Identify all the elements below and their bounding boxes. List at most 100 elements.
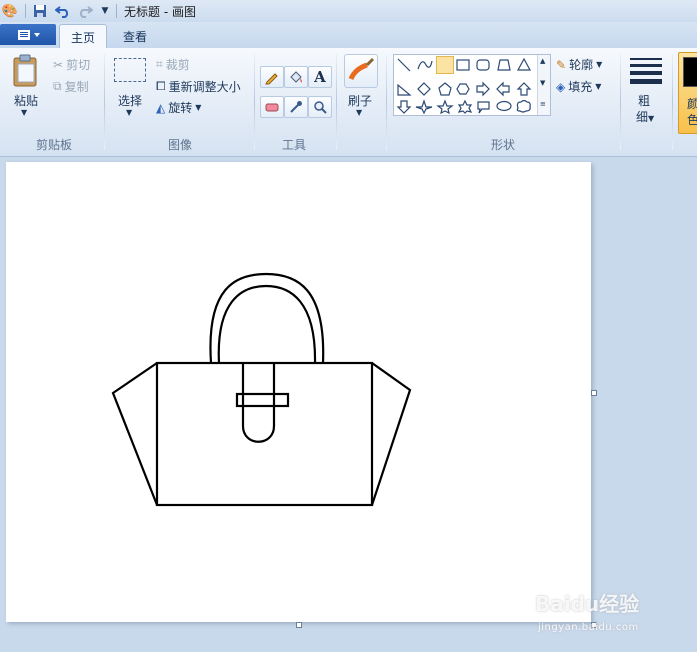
down-arrow-shape-icon [396, 100, 412, 114]
line-shape-icon [397, 58, 411, 72]
right-triangle-shape-icon [397, 83, 412, 96]
customize-toolbar-icon[interactable]: ▼ [97, 3, 113, 19]
right-arrow-shape-icon [476, 81, 490, 97]
outline-dropdown-icon: ▼ [596, 60, 603, 69]
crop-button[interactable]: ⌗ 裁剪 [156, 56, 190, 73]
clasp-buckle [235, 392, 290, 408]
divider [672, 54, 673, 150]
outline-button[interactable]: ✎ 轮廓 ▼ [556, 56, 602, 73]
oval-shape-button[interactable] [436, 56, 454, 74]
rotate-dropdown-icon: ▼ [195, 103, 202, 112]
fill-dropdown-icon: ▼ [595, 82, 602, 91]
copy-label: 复制 [64, 80, 89, 94]
group-label-image: 图像 [167, 138, 192, 152]
title-bar: 🎨 ▼ 无标题 - 画图 [0, 0, 697, 23]
select-dropdown-icon[interactable]: ▼ [126, 108, 132, 117]
color1-label-line1: 颜 [687, 97, 697, 111]
cut-button[interactable]: ✂ 剪切 [53, 56, 90, 73]
triangle-shape-icon [516, 57, 532, 71]
color1-button[interactable]: 颜 色 [678, 52, 697, 134]
fill-bucket-small-icon: ◈ [556, 79, 566, 94]
cloud-callout-shape-icon [516, 99, 531, 113]
hexagon-shape-icon [456, 83, 470, 95]
brushes-dropdown-icon[interactable]: ▼ [356, 108, 362, 117]
scroll-down-icon[interactable]: ▼ [540, 79, 545, 87]
expand-gallery-icon[interactable]: ≡ [540, 100, 546, 108]
resize-label: 重新调整大小 [168, 80, 241, 94]
six-point-star-shape-icon [457, 99, 473, 114]
save-icon[interactable] [32, 3, 48, 19]
bag-body [155, 361, 374, 507]
tab-home[interactable]: 主页 [59, 24, 107, 49]
file-menu-button[interactable] [0, 24, 56, 45]
up-arrow-shape-icon [516, 82, 532, 96]
resize-handle-bottom[interactable] [296, 622, 302, 628]
clasp-tab [241, 363, 276, 443]
size-dropdown-icon: ▼ [648, 114, 655, 123]
polygon-shape-icon [497, 59, 511, 71]
group-label-shapes: 形状 [490, 138, 515, 152]
ribbon-tab-row: 主页 查看 [0, 22, 697, 49]
divider [104, 54, 105, 150]
scroll-up-icon[interactable]: ▲ [540, 57, 545, 65]
brush-icon[interactable] [344, 54, 378, 88]
size-label-line2[interactable]: 细▼ [636, 108, 654, 125]
eraser-icon[interactable] [260, 96, 284, 118]
shapes-grid [396, 57, 532, 115]
rotate-label: 旋转 [168, 101, 193, 115]
outline-label: 轮廓 [569, 58, 594, 72]
paste-dropdown-icon[interactable]: ▼ [21, 108, 27, 117]
divider [254, 54, 255, 150]
size-label-line1[interactable]: 粗 [638, 92, 650, 109]
oval-callout-shape-icon [496, 100, 512, 112]
resize-handle-right[interactable] [591, 390, 597, 396]
scissors-icon: ✂ [53, 57, 64, 72]
curve-shape-icon [417, 60, 433, 70]
handle-inner [217, 284, 317, 364]
fill-label: 填充 [568, 80, 593, 94]
group-label-clipboard: 剪贴板 [35, 138, 72, 152]
text-tool-icon[interactable]: A [308, 66, 332, 88]
watermark-brand: Baidu经验 [535, 592, 640, 616]
four-point-star-shape-icon [415, 99, 433, 115]
bag-left-panel [111, 362, 159, 506]
color1-swatch [683, 57, 697, 87]
pencil-icon[interactable] [260, 66, 284, 88]
undo-icon[interactable] [55, 3, 71, 19]
five-point-star-shape-icon [436, 99, 454, 115]
shapes-scrollbar[interactable]: ▲ ▼ ≡ [537, 55, 550, 115]
watermark-url: jingyan.baidu.com [538, 622, 639, 633]
paste-icon[interactable] [10, 54, 42, 88]
select-button[interactable]: 选择 [112, 92, 148, 109]
handbag-drawing [111, 272, 412, 507]
tab-view[interactable]: 查看 [112, 24, 158, 48]
paint-app-icon[interactable]: 🎨 [2, 3, 18, 19]
fill-bucket-icon[interactable] [284, 66, 308, 88]
divider [386, 54, 387, 150]
file-menu-icon [18, 29, 40, 40]
rotate-button[interactable]: ◭ 旋转 ▼ [156, 99, 201, 116]
fill-button[interactable]: ◈ 填充 ▼ [556, 78, 601, 95]
color-picker-icon[interactable] [284, 96, 308, 118]
redo-icon[interactable] [77, 3, 93, 19]
line-size-icon[interactable] [630, 58, 662, 84]
copy-button[interactable]: ⧉ 复制 [53, 78, 89, 95]
outline-pencil-icon: ✎ [556, 57, 567, 72]
divider [116, 4, 117, 18]
resize-icon: ⧠ [156, 79, 166, 93]
brushes-button[interactable]: 刷子 [342, 92, 378, 109]
paste-button[interactable]: 粘贴 [10, 92, 42, 109]
size-label-text: 细 [636, 110, 649, 124]
select-icon[interactable] [114, 58, 146, 82]
group-label-tools: 工具 [281, 138, 306, 152]
resize-button[interactable]: ⧠ 重新调整大小 [156, 78, 241, 95]
rounded-rectangle-shape-icon [476, 59, 490, 71]
window-title: 无标题 - 画图 [124, 5, 196, 19]
drawing-canvas[interactable] [6, 162, 591, 622]
left-arrow-shape-icon [496, 81, 510, 97]
rotate-icon: ◭ [156, 100, 166, 115]
divider [336, 54, 337, 150]
pentagon-shape-icon [438, 82, 452, 96]
rectangle-shape-icon [456, 59, 470, 71]
magnifier-icon[interactable] [308, 96, 332, 118]
